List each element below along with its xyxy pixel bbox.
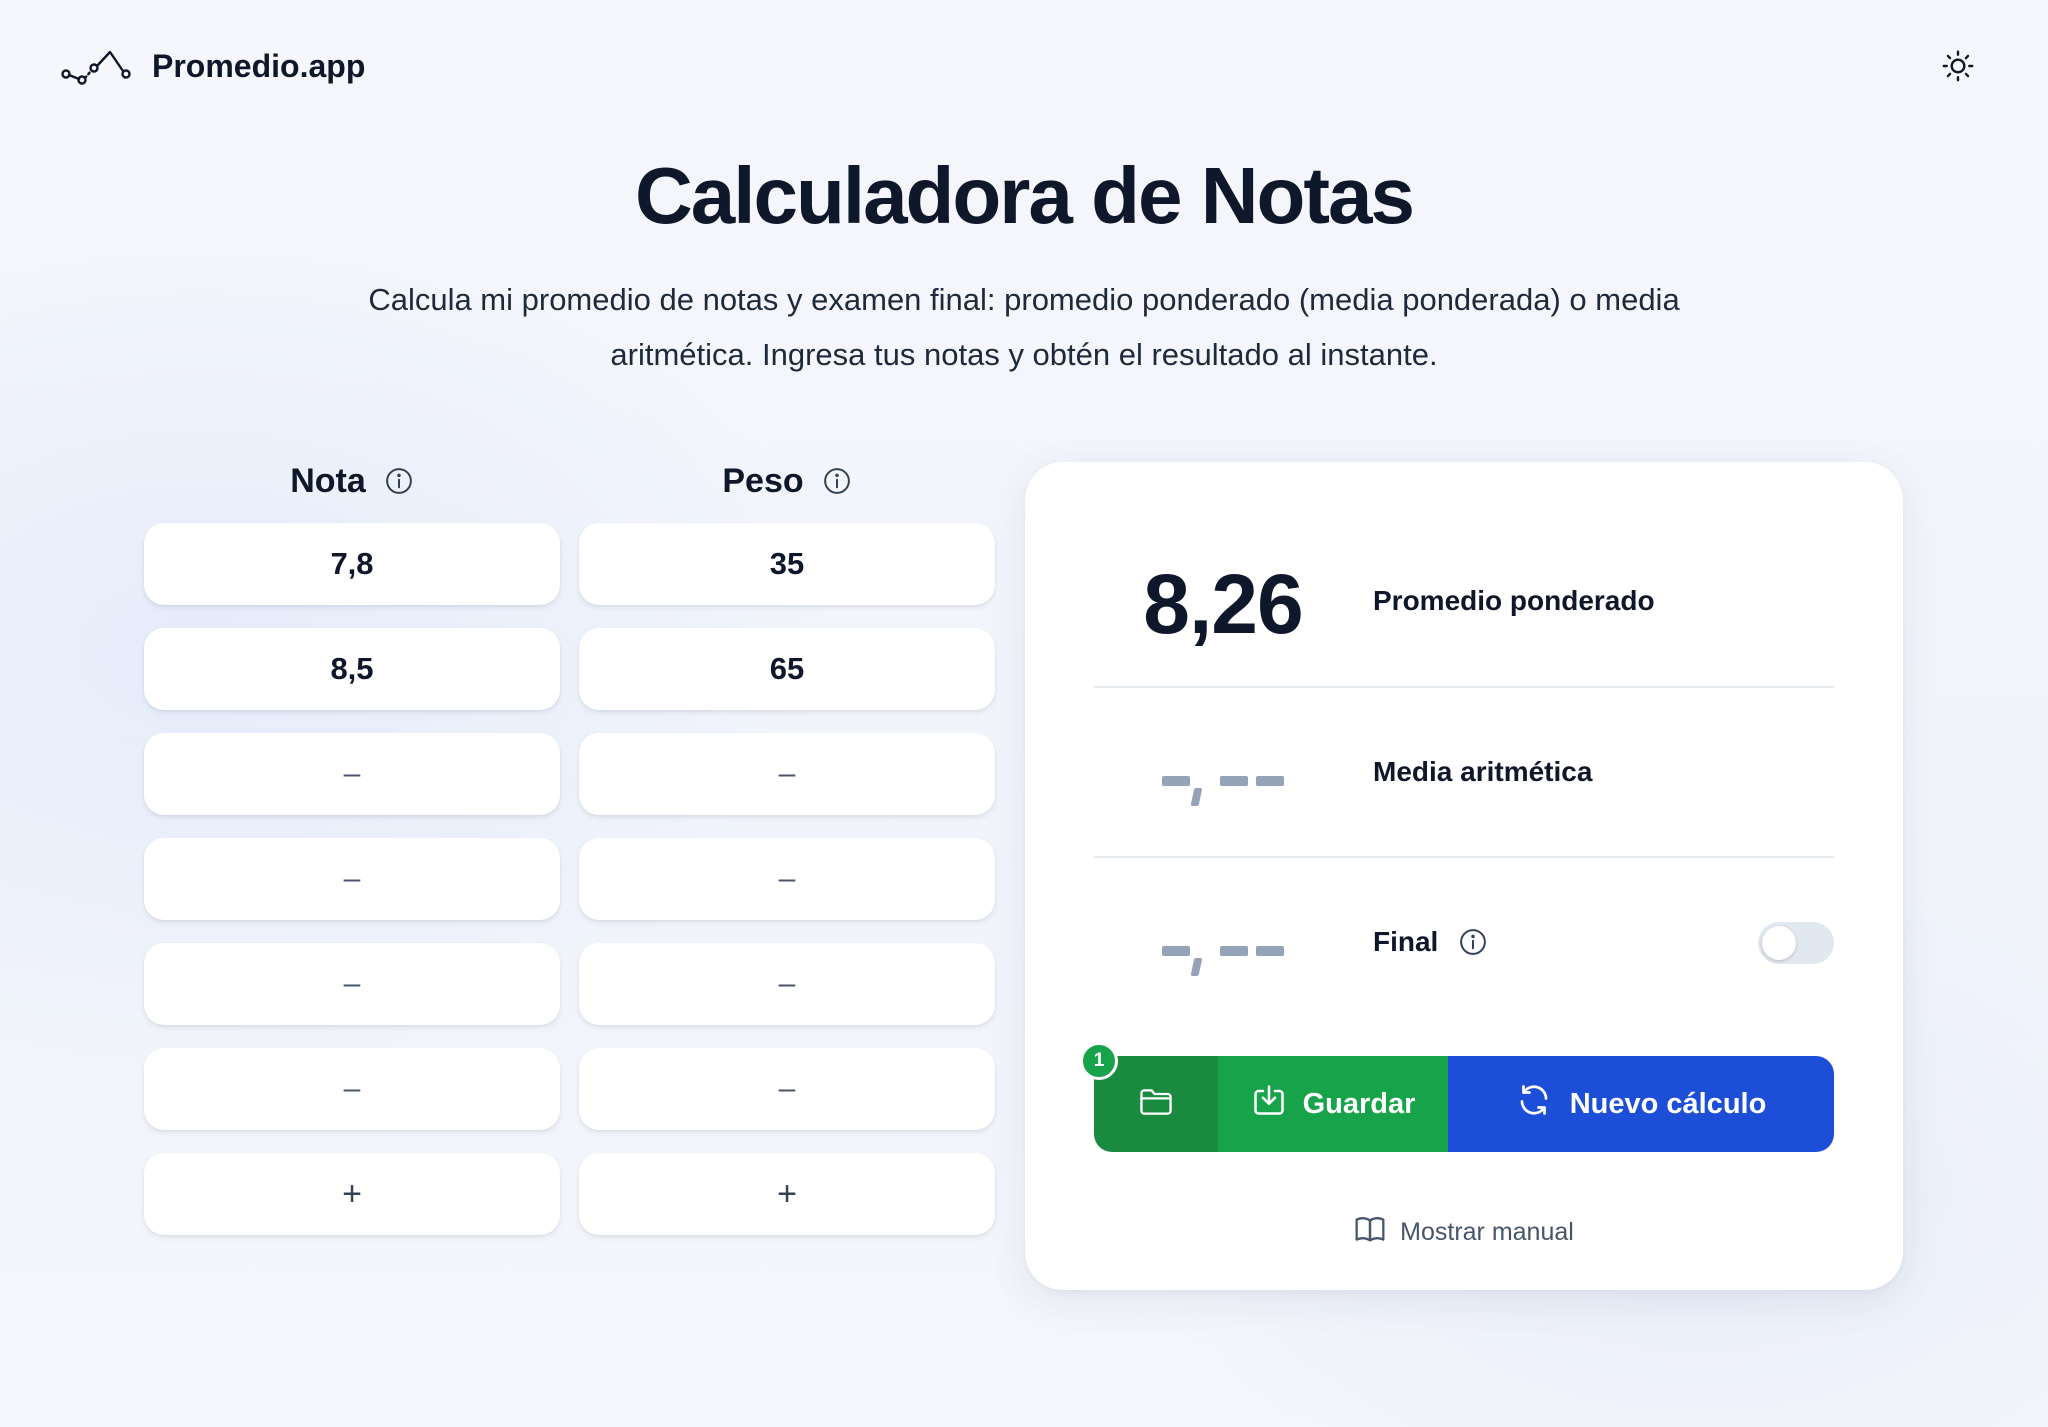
peso-input-5[interactable]: – [579, 943, 995, 1025]
final-value: -,-- [1098, 922, 1348, 992]
info-icon[interactable] [822, 466, 852, 496]
show-manual-label: Mostrar manual [1400, 1217, 1574, 1246]
nota-header-label: Nota [290, 461, 366, 500]
saved-count-badge: 1 [1080, 1042, 1118, 1080]
subtitle-line: aritmética. Ingresa tus notas y obtén el… [610, 337, 1438, 372]
subtitle-line: Calcula mi promedio de notas y examen fi… [368, 282, 1680, 317]
final-label: Final [1373, 926, 1439, 957]
nota-column-header: Nota [144, 456, 560, 506]
peso-input-4[interactable]: – [579, 838, 995, 920]
empty-value-glyph [1162, 776, 1284, 806]
new-calculation-button[interactable]: Nuevo cálculo [1448, 1056, 1834, 1152]
weighted-average-value: 8,26 [1143, 557, 1304, 651]
show-manual-link[interactable]: Mostrar manual [1094, 1212, 1834, 1252]
info-icon[interactable] [384, 466, 414, 496]
peso-header-label: Peso [722, 461, 804, 500]
download-icon [1251, 1082, 1287, 1126]
nota-input-4[interactable]: – [144, 838, 560, 920]
info-icon[interactable] [1458, 927, 1488, 957]
final-label-group: Final [1373, 926, 1488, 958]
add-nota-button[interactable]: + [144, 1153, 560, 1235]
toggle-knob [1762, 926, 1796, 960]
page-subtitle: Calcula mi promedio de notas y examen fi… [344, 272, 1704, 382]
save-button-label: Guardar [1302, 1087, 1416, 1120]
new-calculation-label: Nuevo cálculo [1569, 1087, 1767, 1120]
page-title: Calculadora de Notas [634, 151, 1415, 240]
save-button[interactable]: Guardar [1218, 1056, 1448, 1152]
peso-input-3[interactable]: – [579, 733, 995, 815]
weighted-average-label: Promedio ponderado [1373, 585, 1655, 616]
peso-input-1[interactable] [579, 523, 995, 605]
nota-input-6[interactable]: – [144, 1048, 560, 1130]
empty-value-glyph [1162, 946, 1284, 976]
nota-input-1[interactable] [144, 523, 560, 605]
divider [1094, 856, 1834, 858]
nota-input-3[interactable]: – [144, 733, 560, 815]
action-bar: Guardar Nuevo cálculo [1094, 1056, 1834, 1152]
refresh-icon [1516, 1082, 1552, 1126]
nota-input-2[interactable] [144, 628, 560, 710]
peso-input-2[interactable] [579, 628, 995, 710]
arithmetic-mean-label: Media aritmética [1373, 756, 1593, 787]
nota-input-5[interactable]: – [144, 943, 560, 1025]
peso-column-header: Peso [579, 456, 995, 506]
chart-line-icon [60, 46, 132, 86]
brand[interactable]: Promedio.app [60, 40, 365, 92]
brand-name: Promedio.app [152, 47, 366, 84]
arithmetic-mean-value: -,-- [1098, 752, 1348, 822]
final-toggle[interactable] [1758, 922, 1834, 964]
divider [1094, 686, 1834, 688]
folder-icon [1138, 1086, 1174, 1123]
book-icon [1354, 1214, 1386, 1251]
peso-input-6[interactable]: – [579, 1048, 995, 1130]
sun-icon [1940, 48, 1976, 89]
add-peso-button[interactable]: + [579, 1153, 995, 1235]
theme-toggle-button[interactable] [1934, 44, 1982, 92]
